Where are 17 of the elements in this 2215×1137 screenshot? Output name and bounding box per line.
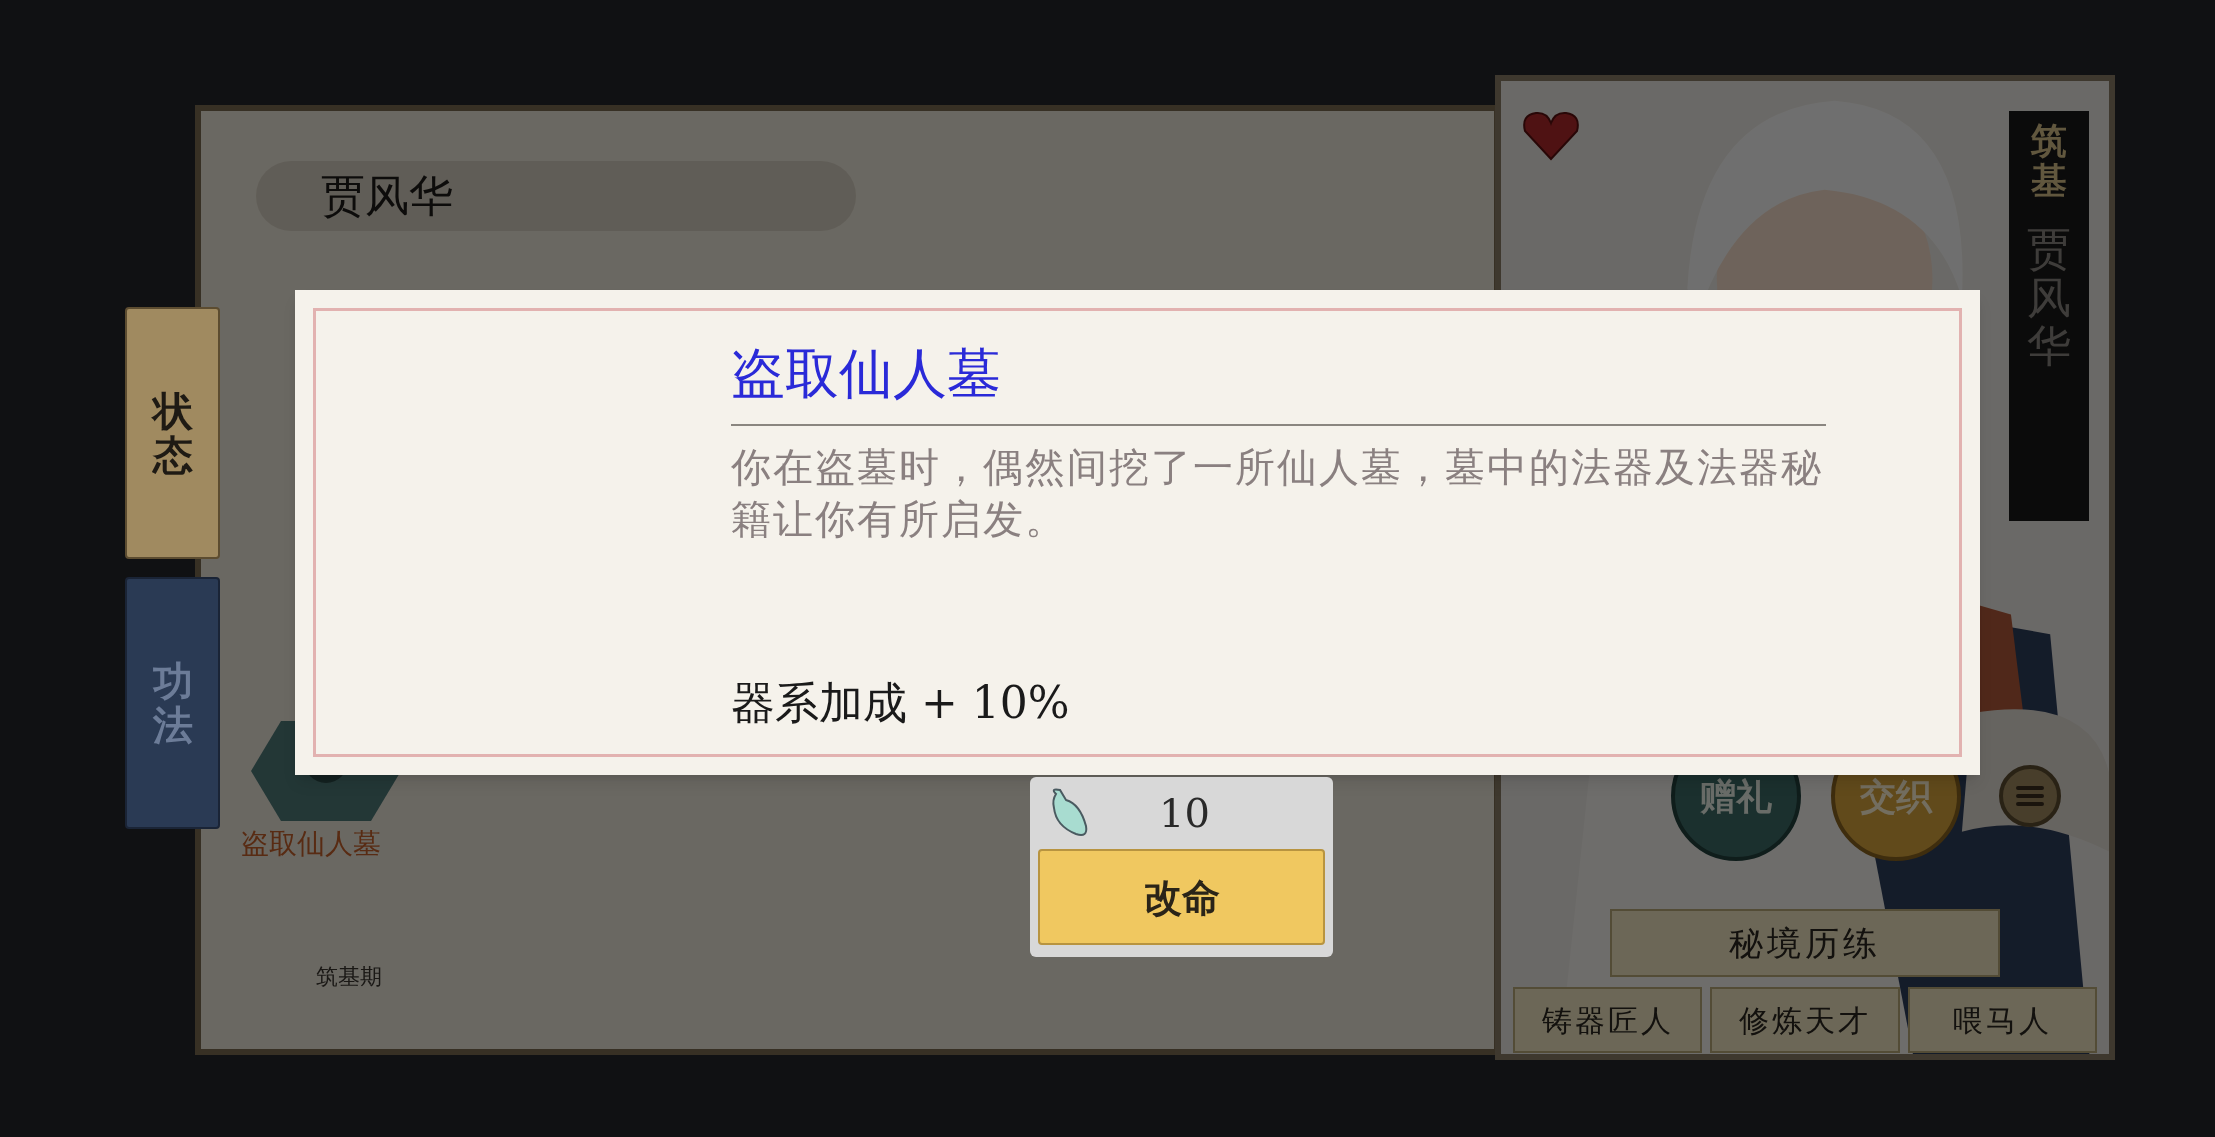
mission-label: 秘境历练 <box>1729 921 1881 965</box>
trait-tag: 铸器匠人 <box>1513 987 1703 1053</box>
trait-label: 盗取仙人墓 <box>241 826 381 862</box>
bonus-text: 器系加成 + 10% <box>731 676 1071 730</box>
trait-tag: 修炼天才 <box>1710 987 1900 1053</box>
side-tab[interactable]: 状态 <box>125 307 220 559</box>
confirm-button[interactable]: 改命 <box>1038 849 1325 945</box>
character-name: 贾风华 <box>321 169 453 223</box>
heart-icon <box>1521 111 1581 161</box>
realm-label: 筑基 <box>2031 121 2067 201</box>
dialog-title: 盗取仙人墓 <box>731 341 1002 407</box>
side-tab[interactable]: 功法 <box>125 577 220 829</box>
cost-amount: 10 <box>1159 789 1210 838</box>
trait-tag: 喂马人 <box>1907 987 2097 1053</box>
dialog-description: 你在盗墓时，偶然间挖了一所仙人墓，墓中的法器及法器秘籍让你有所启发。 <box>731 443 1824 544</box>
stage-label: 筑基期 <box>316 963 383 991</box>
menu-icon <box>2016 785 2044 807</box>
